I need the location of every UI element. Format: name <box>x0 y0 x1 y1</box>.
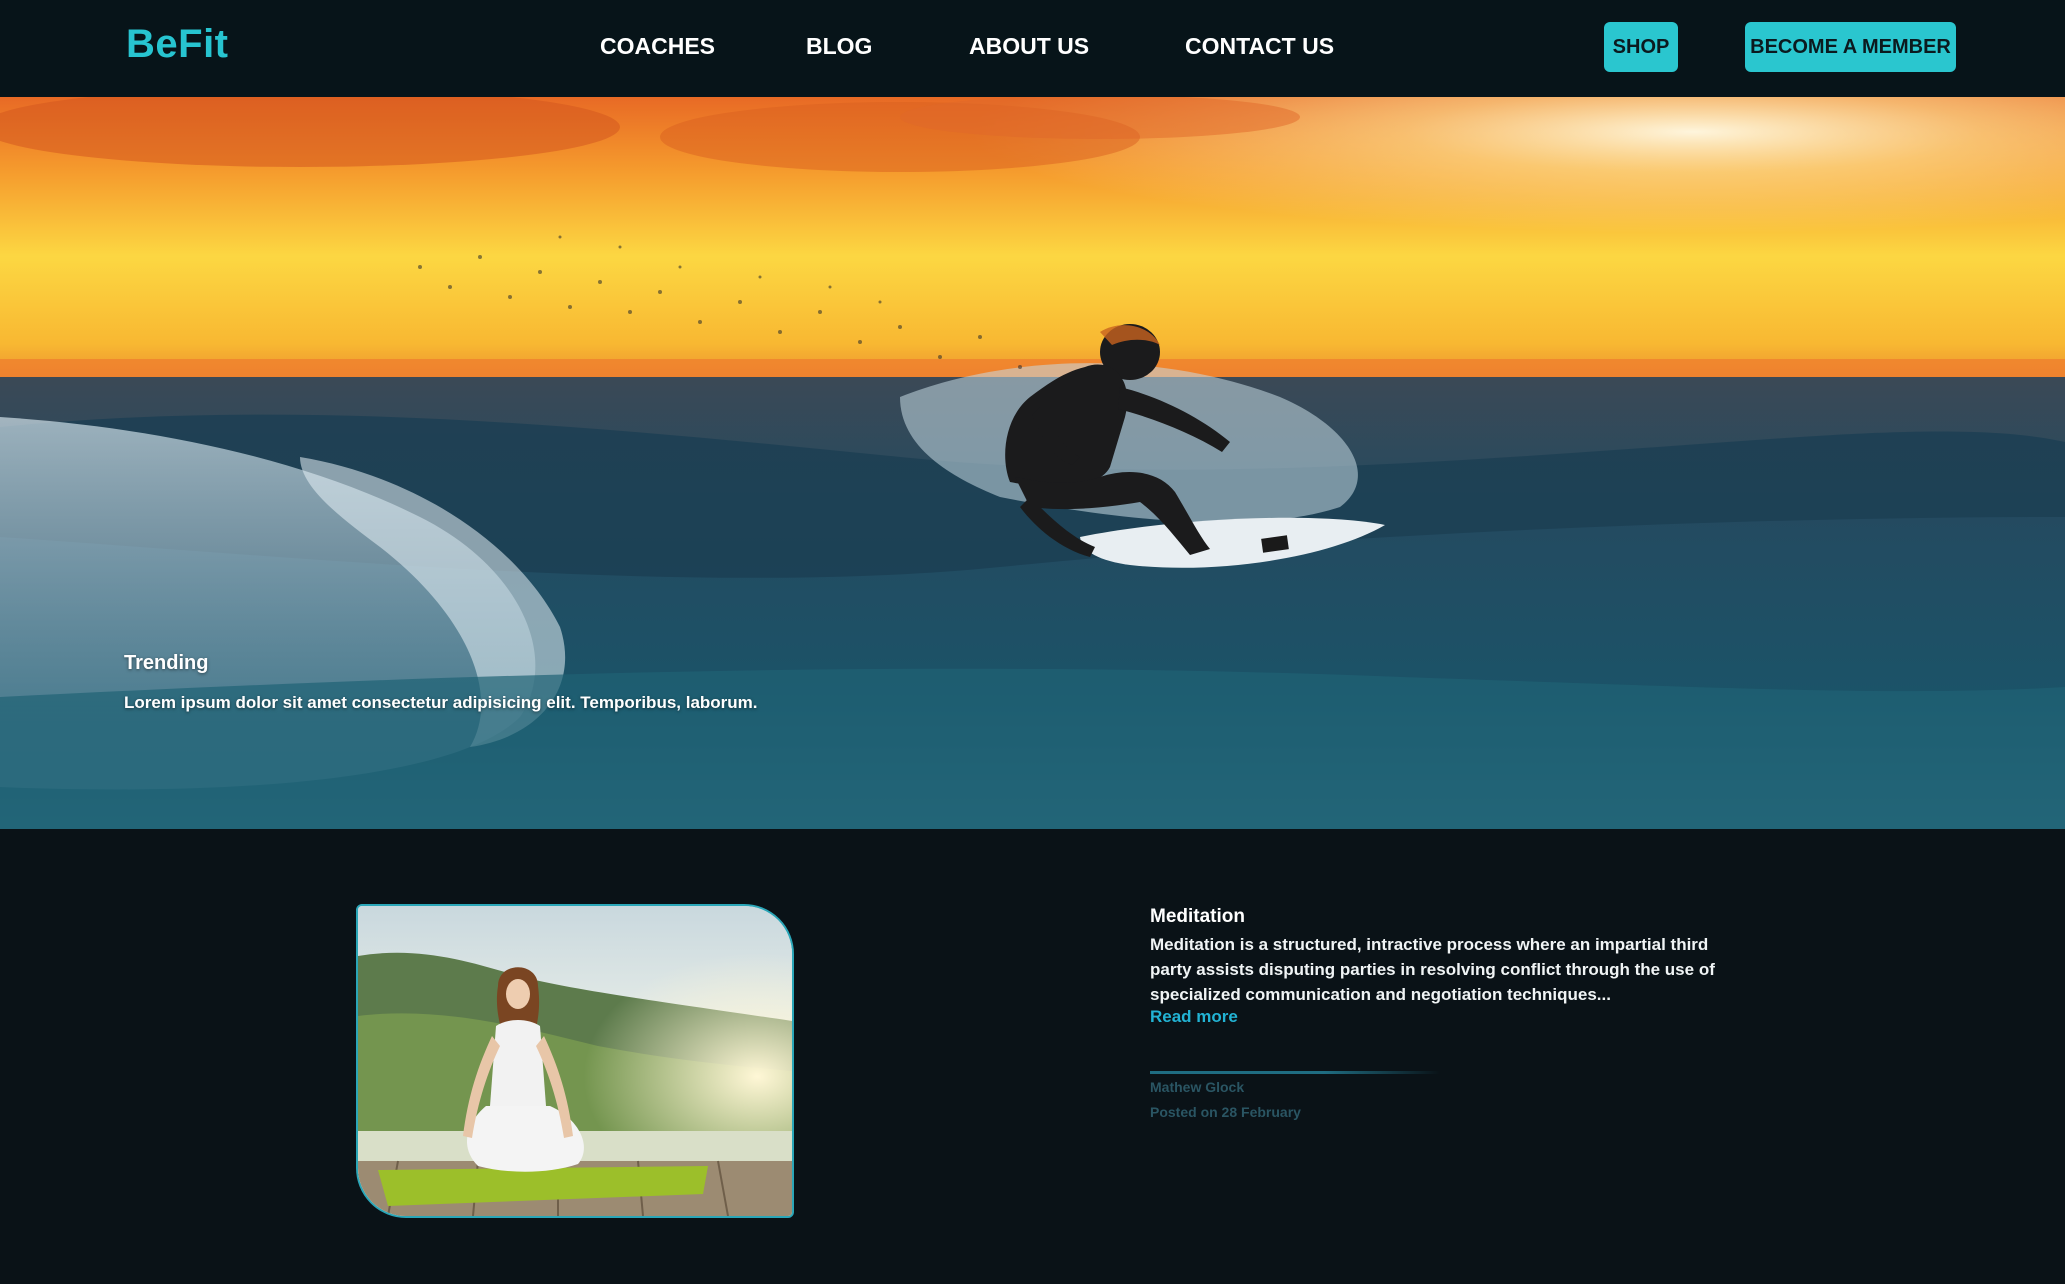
nav-link-blog[interactable]: BLOG <box>806 33 872 60</box>
nav-link-about-us[interactable]: ABOUT US <box>969 33 1089 60</box>
become-member-button[interactable]: BECOME A MEMBER <box>1745 22 1956 72</box>
article-divider <box>1150 1071 1440 1074</box>
nav-link-contact-us[interactable]: CONTACT US <box>1185 33 1334 60</box>
hero-trending-label: Trending <box>124 652 209 674</box>
article-date: Posted on 28 February <box>1150 1104 1301 1120</box>
hero-image <box>0 97 2065 829</box>
nav-link-coaches[interactable]: COACHES <box>600 33 715 60</box>
shop-button[interactable]: SHOP <box>1604 22 1678 72</box>
article-author: Mathew Glock <box>1150 1079 1245 1095</box>
hero-banner: Trending Lorem ipsum dolor sit amet cons… <box>0 97 2065 829</box>
meditation-photo <box>358 906 792 1216</box>
brand-logo[interactable]: BeFit <box>126 22 229 67</box>
article-excerpt: Meditation is a structured, intractive p… <box>1150 935 1715 1004</box>
navbar: BeFit COACHES BLOG ABOUT US CONTACT US S… <box>0 0 2065 97</box>
hero-description: Lorem ipsum dolor sit amet consectetur a… <box>124 693 758 712</box>
read-more-link[interactable]: Read more <box>1150 1007 1238 1027</box>
article-image[interactable] <box>356 904 794 1218</box>
article-title: Meditation <box>1150 906 1245 927</box>
